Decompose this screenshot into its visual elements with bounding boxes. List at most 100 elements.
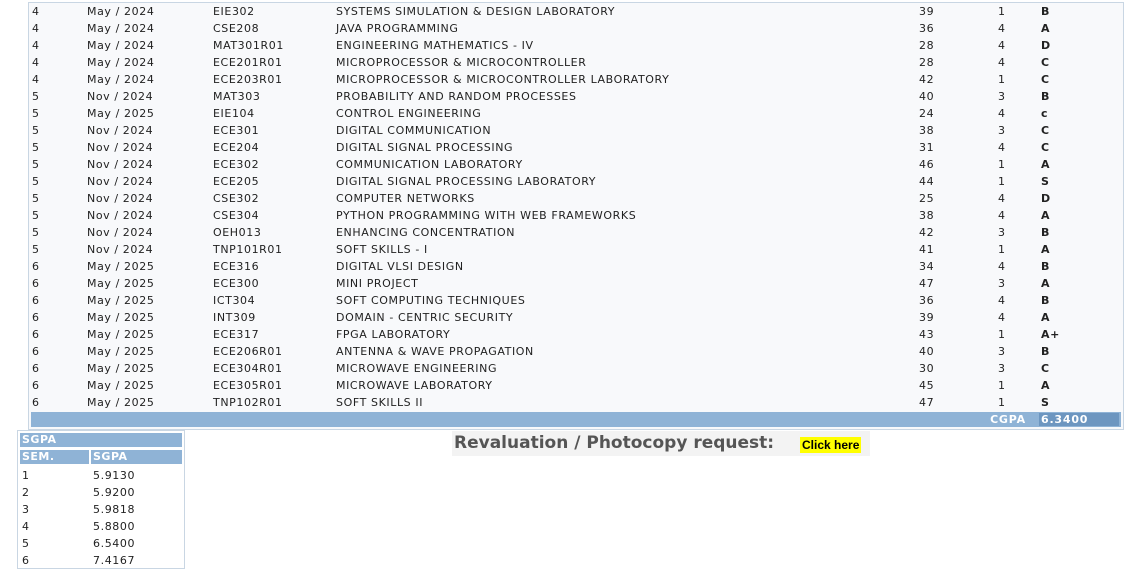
table-row: 4 May / 2024 CSE208 JAVA PROGRAMMING 36 4 A [29,20,1123,37]
grade-cell: S [1041,175,1050,188]
sgpa-sem-cell: 4 [22,520,30,533]
course-name-cell: DIGITAL SIGNAL PROCESSING LABORATORY [336,175,597,188]
sgpa-value-cell: 6.5400 [93,537,136,550]
credit-cell: 3 [998,226,1006,239]
sgpa-row: 2 5.9200 [20,484,182,501]
course-code-cell: CSE208 [213,22,260,35]
credit-cell: 1 [998,175,1006,188]
credit-cell: 4 [998,39,1006,52]
session-cell: May / 2025 [87,345,155,358]
sgpa-value-cell: 5.9818 [93,503,136,516]
grade-cell: C [1041,362,1050,375]
table-row: 6 May / 2025 ICT304 SOFT COMPUTING TECHNIQU… [29,292,1123,309]
course-code-cell: ECE206R01 [213,345,283,358]
semester-cell: 6 [32,345,40,358]
semester-cell: 5 [32,124,40,137]
course-name-cell: MICROWAVE ENGINEERING [336,362,498,375]
revaluation-link[interactable]: Click here [800,437,862,453]
course-name-cell: SOFT SKILLS - I [336,243,428,256]
credit-cell: 4 [998,294,1006,307]
sgpa-row: 4 5.8800 [20,518,182,535]
credit-cell: 4 [998,107,1006,120]
course-name-cell: DIGITAL COMMUNICATION [336,124,492,137]
session-cell: May / 2024 [87,39,155,52]
header-divider [89,450,91,464]
credit-cell: 1 [998,73,1006,86]
course-code-cell: ECE317 [213,328,260,341]
sgpa-row: 6 7.4167 [20,552,182,569]
grade-cell: A+ [1041,328,1060,341]
grade-cell: S [1041,396,1050,409]
internal-marks-cell: 42 [919,73,935,86]
session-cell: May / 2025 [87,379,155,392]
table-row: 5 Nov / 2024 ECE204 DIGITAL SIGNAL PROCESSI… [29,139,1123,156]
session-cell: May / 2025 [87,396,155,409]
grade-cell: A [1041,22,1051,35]
semester-cell: 5 [32,107,40,120]
course-code-cell: ECE300 [213,277,260,290]
internal-marks-cell: 38 [919,209,935,222]
table-row: 5 Nov / 2024 TNP101R01 SOFT SKILLS - I 41 1 A [29,241,1123,258]
internal-marks-cell: 38 [919,124,935,137]
semester-cell: 6 [32,362,40,375]
internal-marks-cell: 42 [919,226,935,239]
credit-cell: 4 [998,56,1006,69]
grade-cell: B [1041,345,1050,358]
session-cell: May / 2024 [87,73,155,86]
credit-cell: 3 [998,277,1006,290]
session-cell: May / 2025 [87,277,155,290]
session-cell: May / 2024 [87,56,155,69]
course-code-cell: ECE305R01 [213,379,283,392]
table-row: 6 May / 2025 TNP102R01 SOFT SKILLS II 47 1 S [29,394,1123,411]
table-row: 6 May / 2025 ECE317 FPGA LABORATORY 43 1 A+ [29,326,1123,343]
session-cell: Nov / 2024 [87,192,154,205]
credit-cell: 4 [998,311,1006,324]
course-name-cell: COMPUTER NETWORKS [336,192,475,205]
grade-cell: C [1041,56,1050,69]
internal-marks-cell: 39 [919,311,935,324]
semester-cell: 4 [32,73,40,86]
session-cell: Nov / 2024 [87,141,154,154]
table-row: 6 May / 2025 ECE316 DIGITAL VLSI DESIGN 34 4 B [29,258,1123,275]
semester-cell: 4 [32,5,40,18]
internal-marks-cell: 43 [919,328,935,341]
semester-cell: 6 [32,294,40,307]
course-code-cell: ECE204 [213,141,260,154]
session-cell: May / 2025 [87,294,155,307]
semester-cell: 5 [32,90,40,103]
session-cell: May / 2025 [87,362,155,375]
credit-cell: 1 [998,396,1006,409]
semester-cell: 4 [32,39,40,52]
session-cell: May / 2025 [87,107,155,120]
grade-cell: A [1041,243,1051,256]
sgpa-sem-cell: 5 [22,537,30,550]
sgpa-col-sem: SEM. [22,450,55,463]
semester-cell: 6 [32,379,40,392]
internal-marks-cell: 40 [919,90,935,103]
table-row: 6 May / 2025 ECE300 MINI PROJECT 47 3 A [29,275,1123,292]
course-name-cell: MICROWAVE LABORATORY [336,379,493,392]
grade-cell: D [1041,192,1051,205]
sgpa-sem-cell: 2 [22,486,30,499]
table-row: 4 May / 2024 EIE302 SYSTEMS SIMULATION & DE… [29,3,1123,20]
table-row: 4 May / 2024 ECE203R01 MICROPROCESSOR & MIC… [29,71,1123,88]
credit-cell: 4 [998,22,1006,35]
grade-cell: A [1041,379,1051,392]
results-table: 4 May / 2024 EIE302 SYSTEMS SIMULATION & DE… [28,2,1124,430]
course-code-cell: CSE304 [213,209,260,222]
sgpa-col-sgpa: SGPA [93,450,128,463]
grade-cell: B [1041,294,1050,307]
credit-cell: 4 [998,192,1006,205]
course-name-cell: SYSTEMS SIMULATION & DESIGN LABORATORY [336,5,616,18]
session-cell: May / 2025 [87,260,155,273]
internal-marks-cell: 30 [919,362,935,375]
grade-cell: B [1041,260,1050,273]
cgpa-label: CGPA [990,413,1026,426]
course-name-cell: DOMAIN - CENTRIC SECURITY [336,311,514,324]
table-row: 5 Nov / 2024 MAT303 PROBABILITY AND RANDOM … [29,88,1123,105]
semester-cell: 5 [32,209,40,222]
table-row: 5 Nov / 2024 CSE304 PYTHON PROGRAMMING WITH… [29,207,1123,224]
table-row: 6 May / 2025 INT309 DOMAIN - CENTRIC SECURI… [29,309,1123,326]
sgpa-sem-cell: 6 [22,554,30,567]
course-name-cell: ANTENNA & WAVE PROPAGATION [336,345,534,358]
